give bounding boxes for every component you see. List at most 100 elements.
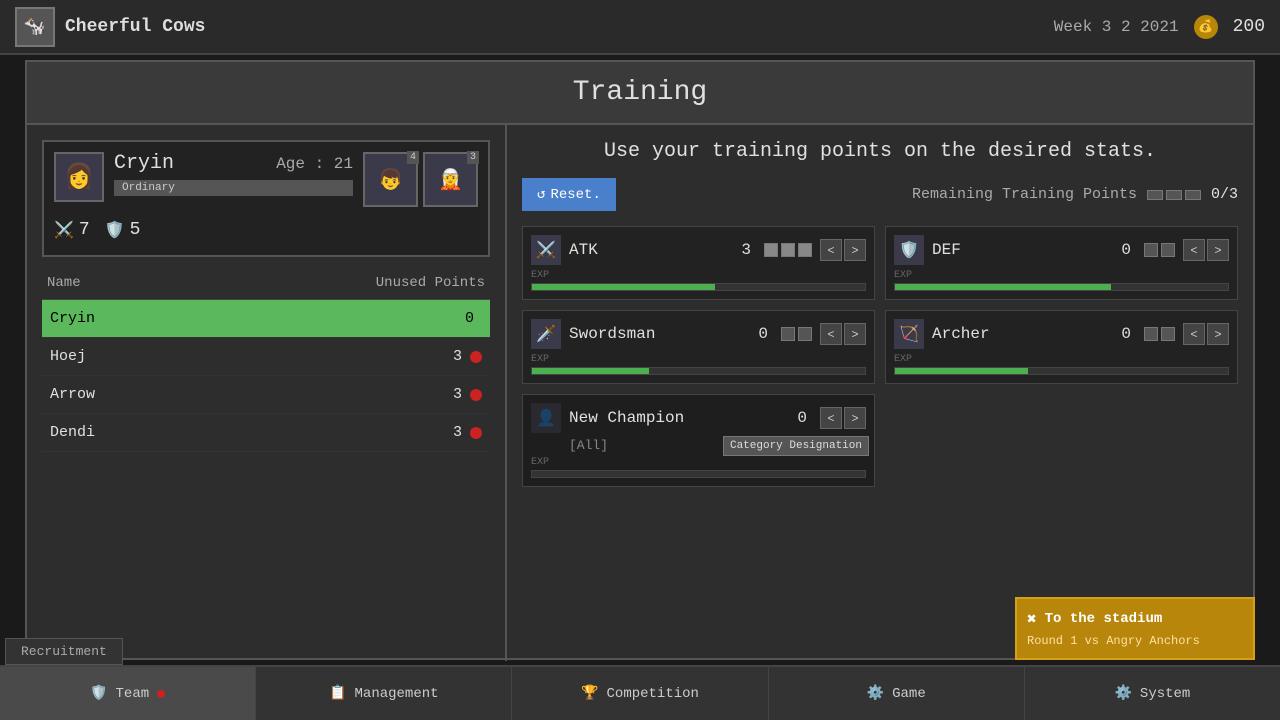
player-name-arrow: Arrow bbox=[50, 386, 453, 403]
archer-exp-label: EXP bbox=[894, 354, 1229, 365]
swordsman-exp-fill bbox=[532, 368, 649, 374]
nav-team-label: Team bbox=[116, 686, 150, 702]
nav-competition-label: Competition bbox=[607, 686, 699, 702]
swordsman-decrease-btn[interactable]: < bbox=[820, 323, 842, 345]
red-dot-dendi bbox=[470, 427, 482, 439]
modal-body: 👩 Cryin Age : 21 Ordinary 👦 4 bbox=[27, 125, 1253, 661]
atk-decrease-btn[interactable]: < bbox=[820, 239, 842, 261]
col-name: Name bbox=[47, 275, 81, 291]
nav-competition-btn[interactable]: 🏆 Competition bbox=[512, 667, 768, 720]
char-avatar: 👩 bbox=[54, 152, 104, 202]
new-champion-decrease-btn[interactable]: < bbox=[820, 407, 842, 429]
char-stats-row: ⚔️ 7 🛡️ 5 bbox=[54, 215, 478, 245]
modal-title: Training bbox=[27, 62, 1253, 125]
swordsman-exp-bar bbox=[531, 367, 866, 375]
swordsman-pips bbox=[781, 327, 812, 341]
player-points-dendi: 3 bbox=[453, 424, 462, 441]
def-exp-bar bbox=[894, 283, 1229, 291]
reset-button[interactable]: ↺ Reset. bbox=[522, 178, 616, 211]
right-panel: Use your training points on the desired … bbox=[507, 125, 1253, 661]
new-champion-exp-bar bbox=[531, 470, 866, 478]
char-atk-stat: ⚔️ 7 bbox=[54, 220, 90, 240]
notif-title: To the stadium bbox=[1045, 611, 1163, 627]
swordsman-stat-value: 0 bbox=[758, 325, 768, 343]
player-row-cryin[interactable]: Cryin 0 bbox=[42, 300, 490, 338]
atk-exp-fill bbox=[532, 284, 715, 290]
swordsman-increase-btn[interactable]: > bbox=[844, 323, 866, 345]
player-row-dendi[interactable]: Dendi 3 bbox=[42, 414, 490, 452]
swordsman-pip-2 bbox=[798, 327, 812, 341]
def-arrows: < > bbox=[1183, 239, 1229, 261]
archer-increase-btn[interactable]: > bbox=[1207, 323, 1229, 345]
nav-game-btn[interactable]: ⚙️ Game bbox=[769, 667, 1025, 720]
nav-system-icon: ⚙️ bbox=[1114, 685, 1131, 702]
notification-panel[interactable]: ✖ To the stadium Round 1 vs Angry Anchor… bbox=[1015, 597, 1255, 660]
new-champion-increase-btn[interactable]: > bbox=[844, 407, 866, 429]
team-logo: 🐄 bbox=[15, 7, 55, 47]
team-icon: 🐄 bbox=[24, 16, 46, 38]
team-name: Cheerful Cows bbox=[65, 17, 205, 37]
new-champion-stat-value: 0 bbox=[797, 409, 807, 427]
atk-increase-btn[interactable]: > bbox=[844, 239, 866, 261]
def-card: 🛡️ DEF 0 < > EXP bbox=[885, 226, 1238, 300]
char-avatar-icon: 👩 bbox=[64, 162, 94, 192]
char-def-value: 5 bbox=[130, 220, 141, 240]
remaining-label: Remaining Training Points bbox=[912, 186, 1137, 203]
player-name-hoej: Hoej bbox=[50, 348, 453, 365]
portrait-2-badge: 3 bbox=[467, 151, 479, 164]
top-right-area: Week 3 2 2021 💰 200 bbox=[1054, 15, 1265, 39]
nav-team-icon: 🛡️ bbox=[90, 685, 107, 702]
archer-pip-2 bbox=[1161, 327, 1175, 341]
archer-exp-bar bbox=[894, 367, 1229, 375]
swordsman-exp-container: EXP bbox=[531, 354, 866, 375]
portrait-2[interactable]: 🧝 3 bbox=[423, 152, 478, 207]
nav-system-label: System bbox=[1140, 686, 1190, 702]
atk-stat-name: ATK bbox=[569, 241, 733, 259]
new-champion-exp-container: EXP bbox=[531, 457, 866, 478]
portrait-1-badge: 4 bbox=[407, 151, 419, 164]
notif-top: ✖ To the stadium bbox=[1027, 609, 1243, 629]
portrait-1[interactable]: 👦 4 bbox=[363, 152, 418, 207]
new-champion-arrows: < > bbox=[820, 407, 866, 429]
recruitment-tab[interactable]: Recruitment bbox=[5, 638, 123, 665]
archer-pip-1 bbox=[1144, 327, 1158, 341]
swordsman-card: 🗡️ Swordsman 0 < > EXP bbox=[522, 310, 875, 384]
reset-label: Reset. bbox=[550, 187, 600, 203]
atk-pip-2 bbox=[781, 243, 795, 257]
category-tooltip: Category Designation bbox=[723, 436, 869, 456]
left-panel: 👩 Cryin Age : 21 Ordinary 👦 4 bbox=[27, 125, 507, 661]
stat-grid: ⚔️ ATK 3 < > EXP bbox=[522, 226, 1238, 487]
nav-management-btn[interactable]: 📋 Management bbox=[256, 667, 512, 720]
def-exp-container: EXP bbox=[894, 270, 1229, 291]
char-def-stat: 🛡️ 5 bbox=[105, 220, 141, 240]
char-age: Age : 21 bbox=[276, 155, 353, 173]
player-points-arrow: 3 bbox=[453, 386, 462, 403]
def-exp-label: EXP bbox=[894, 270, 1229, 281]
archer-stat-name: Archer bbox=[932, 325, 1113, 343]
nav-team-btn[interactable]: 🛡️ Team bbox=[0, 667, 256, 720]
swordsman-stat-name: Swordsman bbox=[569, 325, 750, 343]
nav-system-btn[interactable]: ⚙️ System bbox=[1025, 667, 1280, 720]
new-champion-card-icon: 👤 bbox=[531, 403, 561, 433]
atk-pip-3 bbox=[798, 243, 812, 257]
char-name: Cryin bbox=[114, 152, 174, 175]
def-stat-name: DEF bbox=[932, 241, 1113, 259]
archer-decrease-btn[interactable]: < bbox=[1183, 323, 1205, 345]
def-decrease-btn[interactable]: < bbox=[1183, 239, 1205, 261]
atk-card: ⚔️ ATK 3 < > EXP bbox=[522, 226, 875, 300]
player-name-dendi: Dendi bbox=[50, 424, 453, 441]
player-row-hoej[interactable]: Hoej 3 bbox=[42, 338, 490, 376]
player-points-hoej: 3 bbox=[453, 348, 462, 365]
player-row-arrow[interactable]: Arrow 3 bbox=[42, 376, 490, 414]
def-pip-2 bbox=[1161, 243, 1175, 257]
archer-card-top: 🏹 Archer 0 < > bbox=[894, 319, 1229, 349]
atk-pips bbox=[764, 243, 812, 257]
def-increase-btn[interactable]: > bbox=[1207, 239, 1229, 261]
coin-icon: 💰 bbox=[1194, 15, 1218, 39]
player-points-cryin: 0 bbox=[465, 310, 474, 327]
bottom-nav: 🛡️ Team 📋 Management 🏆 Competition ⚙️ Ga… bbox=[0, 665, 1280, 720]
archer-card: 🏹 Archer 0 < > EXP bbox=[885, 310, 1238, 384]
atk-exp-bar bbox=[531, 283, 866, 291]
coin-amount: 200 bbox=[1233, 17, 1265, 37]
remaining-points: Remaining Training Points 0/3 bbox=[912, 186, 1238, 203]
